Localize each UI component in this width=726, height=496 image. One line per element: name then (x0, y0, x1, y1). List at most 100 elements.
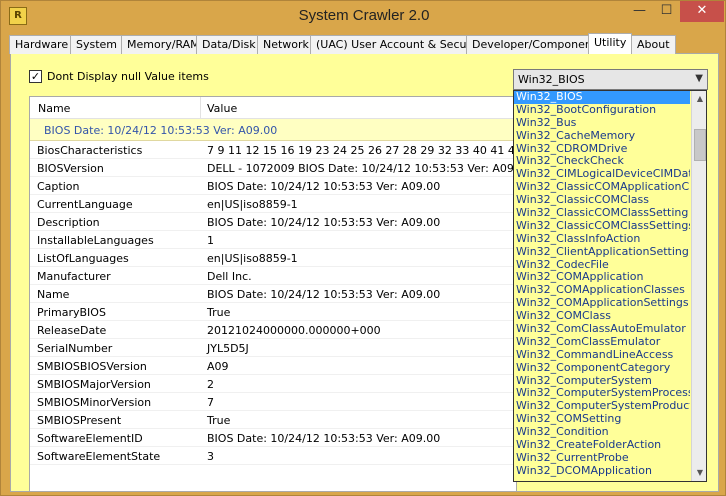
maximize-button[interactable]: ☐ (653, 1, 680, 22)
app-window: R System Crawler 2.0 — ☐ ✕ Hardware Syst… (0, 0, 726, 496)
table-row[interactable]: SoftwareElementID BIOS Date: 10/24/12 10:… (30, 429, 516, 447)
table-row[interactable]: SerialNumber JYL5D5J (30, 339, 516, 357)
dropdown-option[interactable]: Win32_DCOMApplication (514, 465, 690, 478)
dropdown-option[interactable]: Win32_CurrentProbe (514, 452, 690, 465)
group-header[interactable]: BIOS Date: 10/24/12 10:53:53 Ver: A09.00 (30, 119, 516, 141)
dropdown-option[interactable]: Win32_ClassicCOMClassSetting (514, 207, 690, 220)
hide-null-label[interactable]: Dont Display null Value items (47, 70, 209, 83)
tab-data-disk[interactable]: Data/Disk (196, 35, 262, 54)
dropdown-option[interactable]: Win32_CodecFile (514, 259, 690, 272)
minimize-button[interactable]: — (626, 1, 653, 22)
property-value: BIOS Date: 10/24/12 10:53:53 Ver: A09.00 (207, 432, 441, 445)
property-name: SoftwareElementState (37, 450, 161, 463)
dropdown-scrollbar[interactable]: ▲ ▼ (691, 91, 706, 481)
dropdown-option[interactable]: Win32_ClassicCOMClass (514, 194, 690, 207)
property-name: BiosCharacteristics (37, 144, 143, 157)
property-name: SMBIOSMinorVersion (37, 396, 152, 409)
dropdown-option[interactable]: Win32_ComClassAutoEmulator (514, 323, 690, 336)
table-row[interactable]: Description BIOS Date: 10/24/12 10:53:53 … (30, 213, 516, 231)
dropdown-option[interactable]: Win32_ComputerSystem (514, 375, 690, 388)
table-row[interactable]: BIOSVersion DELL - 1072009 BIOS Date: 10/… (30, 159, 516, 177)
dropdown-option[interactable]: Win32_CDROMDrive (514, 143, 690, 156)
tab-developer-components[interactable]: Developer/Components (466, 35, 608, 54)
table-row[interactable]: SMBIOSMinorVersion 7 (30, 393, 516, 411)
dropdown-option[interactable]: Win32_BIOS (514, 91, 690, 104)
column-divider[interactable] (200, 97, 201, 119)
table-row[interactable]: BiosCharacteristics 7 9 11 12 15 16 19 23… (30, 141, 516, 159)
dropdown-option[interactable]: Win32_COMApplication (514, 271, 690, 284)
property-value: BIOS Date: 10/24/12 10:53:53 Ver: A09.00 (207, 216, 441, 229)
property-value: A09 (207, 360, 229, 373)
property-name: Caption (37, 180, 80, 193)
dropdown-options: Win32_BIOS Win32_BootConfiguration Win32_B… (514, 91, 690, 478)
column-header-name[interactable]: Name (38, 102, 70, 115)
dropdown-option[interactable]: Win32_ComputerSystemProduct (514, 400, 690, 413)
dropdown-option[interactable]: Win32_COMSetting (514, 413, 690, 426)
table-row[interactable]: Caption BIOS Date: 10/24/12 10:53:53 Ver:… (30, 177, 516, 195)
dropdown-option[interactable]: Win32_CreateFolderAction (514, 439, 690, 452)
property-value: BIOS Date: 10/24/12 10:53:53 Ver: A09.00 (207, 180, 441, 193)
dropdown-option[interactable]: Win32_ComputerSystemProcessor (514, 387, 690, 400)
tab-utility[interactable]: Utility (588, 33, 633, 55)
tab-network[interactable]: Network (257, 35, 315, 54)
dropdown-option[interactable]: Win32_ClassicCOMClassSettings (514, 220, 690, 233)
group-header-label: BIOS Date: 10/24/12 10:53:53 Ver: A09.00 (44, 124, 278, 137)
tab-about[interactable]: About (631, 35, 676, 54)
tab-strip: Hardware System Memory/RAM Data/Disk Net… (9, 33, 719, 55)
dropdown-option[interactable]: Win32_COMClass (514, 310, 690, 323)
dropdown-option[interactable]: Win32_ComClassEmulator (514, 336, 690, 349)
table-row[interactable]: ReleaseDate 20121024000000.000000+000 (30, 321, 516, 339)
property-value: JYL5D5J (207, 342, 249, 355)
dropdown-option[interactable]: Win32_Condition (514, 426, 690, 439)
tab-system[interactable]: System (70, 35, 124, 54)
property-value: 7 (207, 396, 214, 409)
property-value: 3 (207, 450, 214, 463)
table-row[interactable]: InstallableLanguages 1 (30, 231, 516, 249)
scrollbar-thumb[interactable] (694, 129, 706, 161)
dropdown-option[interactable]: Win32_ComponentCategory (514, 362, 690, 375)
property-name: Name (37, 288, 70, 301)
column-header-value[interactable]: Value (207, 102, 237, 115)
hide-null-checkbox[interactable]: ✓ (29, 70, 42, 83)
property-rows: BiosCharacteristics 7 9 11 12 15 16 19 23… (30, 141, 516, 465)
dropdown-option[interactable]: Win32_COMApplicationClasses (514, 284, 690, 297)
table-row[interactable]: ListOfLanguages en|US|iso8859-1 (30, 249, 516, 267)
property-name: CurrentLanguage (37, 198, 133, 211)
scroll-down-arrow-icon[interactable]: ▼ (692, 465, 706, 481)
table-row[interactable]: SMBIOSPresent True (30, 411, 516, 429)
property-value: en|US|iso8859-1 (207, 198, 298, 211)
table-row[interactable]: SMBIOSMajorVersion 2 (30, 375, 516, 393)
table-row[interactable]: SoftwareElementState 3 (30, 447, 516, 465)
dropdown-option[interactable]: Win32_BootConfiguration (514, 104, 690, 117)
close-button[interactable]: ✕ (680, 1, 724, 22)
dropdown-option[interactable]: Win32_CommandLineAccess (514, 349, 690, 362)
chevron-down-icon[interactable]: ▼ (695, 73, 703, 84)
wmi-class-dropdown-list[interactable]: Win32_BIOS Win32_BootConfiguration Win32_B… (513, 90, 707, 482)
dropdown-option[interactable]: Win32_CheckCheck (514, 155, 690, 168)
property-value: 2 (207, 378, 214, 391)
properties-list[interactable]: Name Value BIOS Date: 10/24/12 10:53:53 … (29, 96, 517, 492)
table-row[interactable]: SMBIOSBIOSVersion A09 (30, 357, 516, 375)
property-name: Description (37, 216, 100, 229)
dropdown-option[interactable]: Win32_CacheMemory (514, 130, 690, 143)
dropdown-option[interactable]: Win32_COMApplicationSettings (514, 297, 690, 310)
dropdown-option[interactable]: Win32_ClientApplicationSetting (514, 246, 690, 259)
table-row[interactable]: Manufacturer Dell Inc. (30, 267, 516, 285)
table-row[interactable]: PrimaryBIOS True (30, 303, 516, 321)
dropdown-option[interactable]: Win32_ClassInfoAction (514, 233, 690, 246)
tab-memory-ram[interactable]: Memory/RAM (121, 35, 206, 54)
property-name: SMBIOSPresent (37, 414, 122, 427)
property-value: 7 9 11 12 15 16 19 23 24 25 26 27 28 29 … (207, 144, 516, 157)
tab-hardware[interactable]: Hardware (9, 35, 75, 54)
table-row[interactable]: CurrentLanguage en|US|iso8859-1 (30, 195, 516, 213)
dropdown-option[interactable]: Win32_CIMLogicalDeviceCIMDataFile (514, 168, 690, 181)
property-value: True (207, 306, 231, 319)
wmi-class-select[interactable]: Win32_BIOS ▼ (513, 69, 708, 90)
dropdown-option[interactable]: Win32_ClassicCOMApplicationClasses (514, 181, 690, 194)
scroll-up-arrow-icon[interactable]: ▲ (692, 91, 706, 107)
property-value: 20121024000000.000000+000 (207, 324, 381, 337)
table-row[interactable]: Name BIOS Date: 10/24/12 10:53:53 Ver: A0… (30, 285, 516, 303)
dropdown-option[interactable]: Win32_Bus (514, 117, 690, 130)
title-bar[interactable]: R System Crawler 2.0 — ☐ ✕ (1, 1, 726, 31)
tab-uac-user-account-security[interactable]: (UAC) User Account & Security (310, 35, 491, 54)
